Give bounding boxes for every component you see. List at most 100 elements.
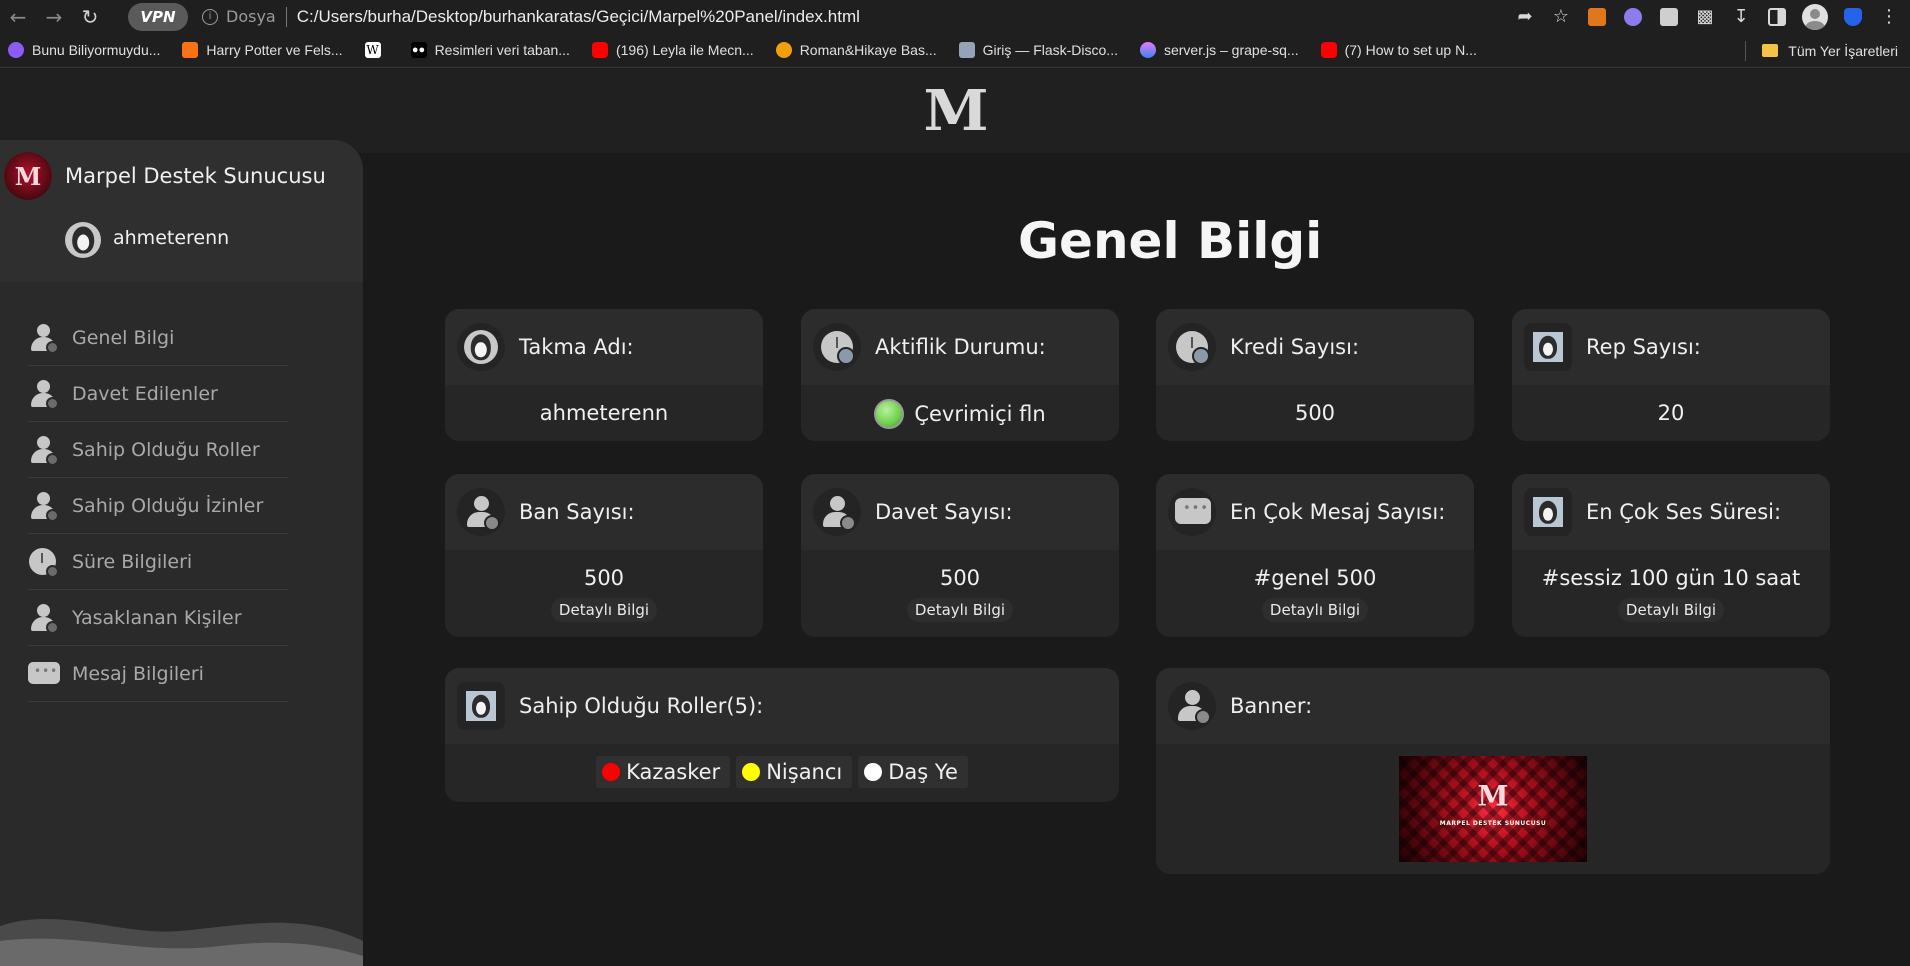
rep-value: 20 (1657, 401, 1685, 425)
role-chip[interactable]: Daş Ye (858, 756, 968, 788)
status-row: Çevrimiçi fln (801, 399, 1119, 429)
bookmark-item[interactable]: (7) How to set up N... (1320, 42, 1477, 58)
ghost-extension-icon[interactable] (1622, 6, 1644, 28)
card-title: Banner: (1230, 694, 1313, 718)
sidebar-item-genel-bilgi[interactable]: Genel Bilgi (28, 310, 288, 366)
bookmark-item[interactable]: W (364, 42, 389, 58)
forward-button[interactable]: → (36, 0, 72, 33)
image-extension-icon[interactable] (1658, 6, 1680, 28)
card-header: En Çok Ses Süresi: (1512, 474, 1830, 550)
profile-avatar[interactable] (1802, 3, 1828, 30)
details-button[interactable]: Detaylı Bilgi (1617, 598, 1725, 622)
server-avatar: M (4, 152, 52, 200)
server-name: Marpel Destek Sunucusu (65, 164, 326, 188)
star-icon[interactable]: ☆ (1550, 6, 1572, 28)
bookmark-item[interactable]: Bunu Biliyormuydu... (8, 42, 160, 58)
wattpad-icon (775, 42, 792, 58)
card-header: Kredi Sayısı: (1156, 309, 1474, 385)
flame-icon (182, 42, 199, 58)
user-key-icon (28, 491, 59, 522)
bookmark-item[interactable]: (196) Leyla ile Mecn... (591, 42, 754, 58)
banner-logo: M (1477, 779, 1509, 813)
brand-logo[interactable]: M (924, 78, 989, 144)
user-avatar (65, 222, 101, 258)
role-color-icon (602, 763, 621, 781)
role-list: Kazasker Nişancı Daş Ye (445, 756, 1119, 788)
voice-value: #sessiz 100 gün 10 saat (1541, 566, 1801, 590)
youtube-icon (591, 42, 608, 58)
sidebar-header: M Marpel Destek Sunucusu ahmeterenn (0, 140, 363, 282)
banner-image: M MARPEL DESTEK SUNUCUSU (1399, 756, 1587, 862)
address-bar[interactable]: C:/Users/burha/Desktop/burhankaratas/Geç… (297, 7, 860, 27)
roles-card: Sahip Olduğu Roller(5): Kazasker Nişancı… (445, 668, 1119, 802)
sidebar-item-izinler[interactable]: Sahip Olduğu İzinler (28, 478, 288, 534)
user-ban-icon (28, 603, 59, 634)
side-panel-icon[interactable] (1766, 6, 1788, 28)
role-color-icon (864, 763, 883, 781)
all-bookmarks[interactable]: Tüm Yer İşaretleri (1745, 33, 1898, 68)
sidebar-item-roller[interactable]: Sahip Olduğu Roller (28, 422, 288, 478)
card-header: Aktiflik Durumu: (801, 309, 1119, 385)
browser-toolbar: ← → ↻ VPN i Dosya C:/Users/burha/Desktop… (0, 0, 1910, 33)
heart-icon (8, 42, 24, 58)
user-ban-icon (457, 488, 505, 536)
bookmark-item[interactable]: Roman&Hikaye Bas... (775, 42, 937, 58)
sidebar-menu: Genel Bilgi Davet Edilenler Sahip Olduğu… (28, 310, 288, 702)
card-title: Aktiflik Durumu: (875, 335, 1046, 359)
card-header: Banner: (1156, 668, 1830, 744)
sidebar-item-label: Genel Bilgi (72, 326, 175, 349)
role-chip[interactable]: Nişancı (736, 756, 853, 788)
penguin-icon (72, 226, 94, 254)
activity-card: Aktiflik Durumu: Çevrimiçi fln (801, 309, 1119, 441)
bookmark-item[interactable]: server.js – grape-sq... (1139, 42, 1299, 58)
shield-check-icon[interactable] (1842, 6, 1864, 28)
card-title: Kredi Sayısı: (1230, 335, 1360, 359)
puzzle-icon[interactable]: ▩ (1694, 6, 1716, 28)
avatar-icon (457, 323, 505, 371)
kebab-menu-icon[interactable]: ⋮ (1878, 6, 1900, 28)
credits-card: Kredi Sayısı: 500 (1156, 309, 1474, 441)
sidebar-item-label: Süre Bilgileri (72, 550, 193, 573)
clock-icon (28, 547, 59, 578)
sidebar-item-label: Mesaj Bilgileri (72, 662, 204, 685)
back-button[interactable]: ← (0, 0, 36, 33)
role-chip[interactable]: Kazasker (596, 756, 731, 788)
share-icon[interactable]: ➦ (1514, 6, 1536, 28)
card-header: Takma Adı: (445, 309, 763, 385)
sidebar-item-yasaklanan[interactable]: Yasaklanan Kişiler (28, 590, 288, 646)
sidebar-item-mesaj-bilgileri[interactable]: Mesaj Bilgileri (28, 646, 288, 702)
bookmark-item[interactable]: ●● Resimleri veri taban... (410, 42, 570, 58)
glitch-icon (1139, 42, 1156, 58)
site-info-label[interactable]: Dosya (226, 7, 276, 26)
sidebar-item-davet-edilenler[interactable]: Davet Edilenler (28, 366, 288, 422)
bookmarks-bar: Bunu Biliyormuydu... Harry Potter ve Fel… (0, 33, 1910, 68)
nickname-card: Takma Adı: ahmeterenn (445, 309, 763, 441)
bookmark-divider (1745, 40, 1747, 61)
details-button[interactable]: Detaylı Bilgi (906, 598, 1014, 622)
download-icon[interactable]: ↧ (1730, 6, 1752, 28)
reload-button[interactable]: ↻ (72, 0, 108, 33)
bookmark-item[interactable]: Giriş — Flask-Disco... (958, 42, 1118, 58)
nickname-value: ahmeterenn (539, 401, 669, 425)
chat-icon (28, 659, 60, 689)
sidebar-item-label: Sahip Olduğu İzinler (72, 494, 264, 517)
credits-value: 500 (1294, 401, 1336, 425)
info-icon[interactable]: i (202, 8, 218, 25)
bookmark-item[interactable]: Harry Potter ve Fels... (182, 42, 343, 58)
folder-icon (1762, 44, 1779, 57)
activity-value: Çevrimiçi fln (914, 402, 1046, 426)
details-button[interactable]: Detaylı Bilgi (1261, 598, 1369, 622)
bans-card: Ban Sayısı: 500 Detaylı Bilgi (445, 474, 763, 637)
card-title: Takma Adı: (519, 335, 634, 359)
sidebar-item-sure-bilgileri[interactable]: Süre Bilgileri (28, 534, 288, 590)
card-title: Ban Sayısı: (519, 500, 635, 524)
card-title: Rep Sayısı: (1586, 335, 1701, 359)
metamask-extension-icon[interactable] (1586, 6, 1608, 28)
details-button[interactable]: Detaylı Bilgi (550, 598, 658, 622)
sidebar: M Marpel Destek Sunucusu ahmeterenn Gene… (0, 140, 363, 966)
card-header: Ban Sayısı: (445, 474, 763, 550)
vpn-toggle[interactable]: VPN (128, 2, 188, 31)
chat-icon (1168, 488, 1216, 536)
voice-card: En Çok Ses Süresi: #sessiz 100 gün 10 sa… (1512, 474, 1830, 637)
user-add-icon (28, 379, 59, 410)
